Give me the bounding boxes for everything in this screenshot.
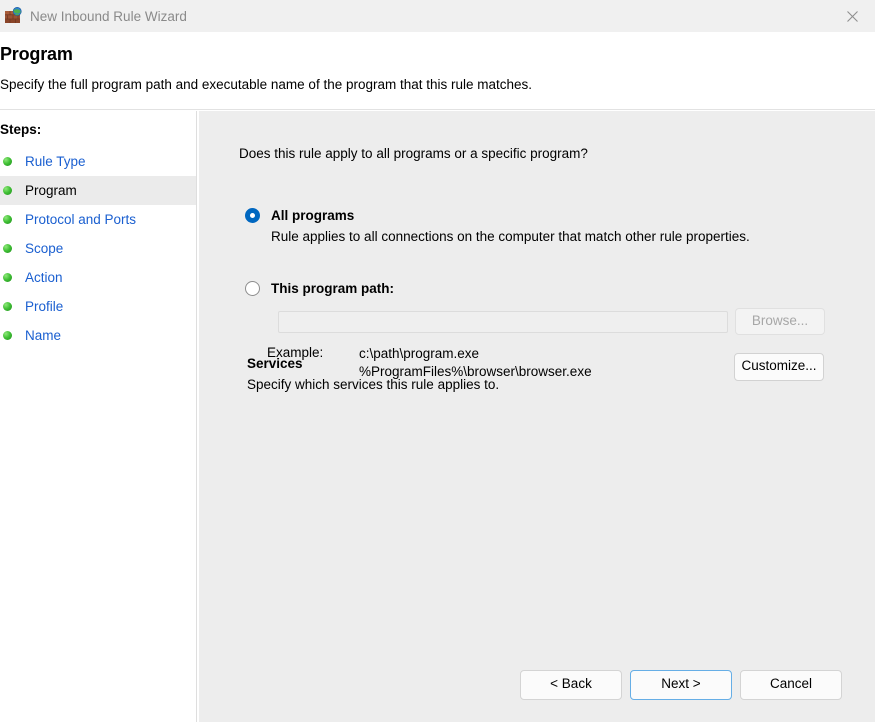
window-title: New Inbound Rule Wizard xyxy=(30,8,187,24)
wizard-header: Program Specify the full program path an… xyxy=(0,32,875,110)
question-text: Does this rule apply to all programs or … xyxy=(239,146,588,161)
step-bullet-icon xyxy=(3,273,12,282)
radio-all-programs-label: All programs xyxy=(271,208,355,223)
step-bullet-icon xyxy=(3,302,12,311)
radio-all-programs-description: Rule applies to all connections on the c… xyxy=(271,229,750,244)
sidebar-item-scope[interactable]: Scope xyxy=(0,234,196,263)
close-icon[interactable] xyxy=(829,0,875,32)
program-path-row: Browse... xyxy=(278,308,825,335)
customize-button[interactable]: Customize... xyxy=(734,353,824,381)
services-section: Services Specify which services this rul… xyxy=(247,353,827,392)
sidebar-item-label: Name xyxy=(25,328,62,343)
page-subtitle: Specify the full program path and execut… xyxy=(0,77,533,92)
title-bar: New Inbound Rule Wizard xyxy=(0,0,875,32)
firewall-brick-globe-icon xyxy=(4,7,22,25)
step-bullet-icon xyxy=(3,186,12,195)
step-bullet-icon xyxy=(3,157,12,166)
back-button[interactable]: < Back xyxy=(520,670,622,700)
sidebar-item-protocol-and-ports[interactable]: Protocol and Ports xyxy=(0,205,196,234)
content-panel: Does this rule apply to all programs or … xyxy=(199,111,875,722)
step-bullet-icon xyxy=(3,215,12,224)
sidebar-item-label: Action xyxy=(25,270,63,285)
browse-button[interactable]: Browse... xyxy=(735,308,825,335)
step-bullet-icon xyxy=(3,331,12,340)
page-title: Program xyxy=(0,44,73,64)
steps-list: Rule Type Program Protocol and Ports Sco… xyxy=(0,147,196,350)
sidebar-item-label: Scope xyxy=(25,241,64,256)
steps-sidebar: Steps: Rule Type Program Protocol and Po… xyxy=(0,111,197,722)
radio-this-program-path[interactable] xyxy=(245,281,260,296)
sidebar-item-label: Protocol and Ports xyxy=(25,212,137,227)
step-bullet-icon xyxy=(3,244,12,253)
wizard-footer-buttons: < Back Next > Cancel xyxy=(199,670,875,700)
sidebar-item-label: Profile xyxy=(25,299,64,314)
radio-this-program-path-label: This program path: xyxy=(271,281,395,296)
sidebar-item-label: Program xyxy=(25,183,77,198)
program-path-input[interactable] xyxy=(278,310,728,333)
sidebar-item-name[interactable]: Name xyxy=(0,321,196,350)
steps-heading: Steps: xyxy=(0,122,42,137)
option-all-programs[interactable]: All programs Rule applies to all connect… xyxy=(245,208,750,244)
radio-all-programs[interactable] xyxy=(245,208,260,223)
sidebar-item-program[interactable]: Program xyxy=(0,176,196,205)
sidebar-item-rule-type[interactable]: Rule Type xyxy=(0,147,196,176)
next-button[interactable]: Next > xyxy=(630,670,732,700)
sidebar-item-profile[interactable]: Profile xyxy=(0,292,196,321)
sidebar-item-action[interactable]: Action xyxy=(0,263,196,292)
cancel-button[interactable]: Cancel xyxy=(740,670,842,700)
sidebar-item-label: Rule Type xyxy=(25,154,86,169)
option-this-program-path[interactable]: This program path: Browse... Example: c:… xyxy=(245,281,825,379)
